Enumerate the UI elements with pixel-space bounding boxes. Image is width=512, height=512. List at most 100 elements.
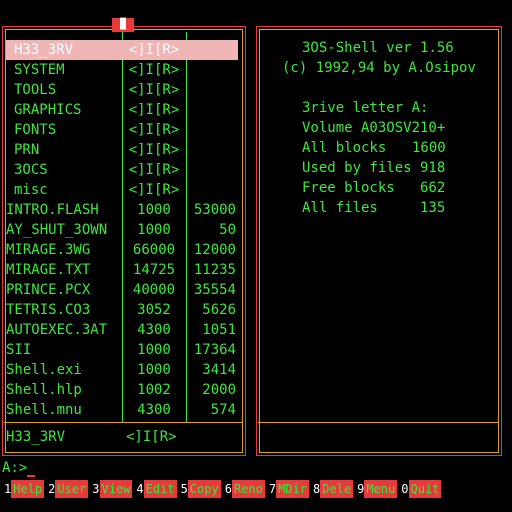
file-blocks: 35554 — [193, 282, 236, 298]
fkey-view-button[interactable]: 3 View — [92, 480, 133, 498]
directory-row[interactable]: FONTS <]I[R> — [6, 120, 238, 140]
directory-row[interactable]: misc <]I[R> — [6, 180, 238, 200]
status-type: <]I[R> — [126, 429, 177, 445]
file-name: SII — [6, 342, 32, 358]
fkey-help-button[interactable]: 1 Help — [4, 480, 45, 498]
file-blocks: 2000 — [202, 382, 236, 398]
left-status-line: H33_3RV <]I[R> — [6, 427, 238, 447]
directory-row[interactable]: 3OCS <]I[R> — [6, 160, 238, 180]
file-row[interactable]: TETRIS.CO3 3052 5626 — [6, 300, 238, 320]
shell-title: 3OS-Shell ver 1.56 — [302, 40, 454, 56]
fkey-label: Dele — [320, 480, 354, 498]
file-row[interactable]: PRINCE.PCX 40000 35554 — [6, 280, 238, 300]
text-cursor — [27, 475, 36, 477]
file-blocks: 11235 — [193, 262, 236, 278]
fkey-menu-button[interactable]: 9 Menu — [357, 480, 398, 498]
panel-separator — [258, 422, 498, 423]
file-size: 14725 — [132, 262, 176, 278]
file-blocks: 53000 — [193, 202, 236, 218]
file-name: PRN — [14, 142, 40, 158]
file-blocks: 1051 — [202, 322, 236, 338]
used-value: 918 — [420, 160, 446, 176]
function-key-bar: 1 Help 2 User 3 View 4 Edit 5 Copy 6 Reno 7 MDir 8 Dele… — [4, 480, 445, 498]
fkey-number: 5 — [180, 482, 188, 496]
file-name: GRAPHICS — [14, 102, 82, 118]
file-size: <]I[R> — [128, 102, 180, 118]
file-size: 4300 — [137, 322, 171, 338]
file-name: PRINCE.PCX — [6, 282, 91, 298]
fkey-dele-button[interactable]: 8 Dele — [312, 480, 354, 498]
file-row[interactable]: INTRO.FLASH 1000 53000 — [6, 200, 238, 220]
file-size: 1000 — [137, 362, 171, 378]
fkey-quit-button[interactable]: 0 Quit — [401, 480, 442, 498]
directory-row[interactable]: H33_3RV <]I[R> — [6, 40, 238, 60]
file-row[interactable]: AUTOEXEC.3AT 4300 1051 — [6, 320, 238, 340]
file-size: 40000 — [132, 282, 176, 298]
file-row[interactable]: AY_SHUT_3OWN 1000 50 — [6, 220, 238, 240]
fkey-copy-button[interactable]: 5 Copy — [181, 480, 221, 498]
file-size: <]I[R> — [128, 82, 180, 98]
fkey-label: MDir — [276, 480, 309, 498]
fkey-number: 2 — [48, 482, 56, 496]
file-blocks: 5626 — [202, 302, 236, 318]
fkey-number: 4 — [136, 482, 144, 496]
file-size: 1002 — [137, 382, 171, 398]
command-prompt[interactable]: A:> — [2, 459, 36, 477]
fkey-reno-button[interactable]: 6 Reno — [225, 480, 265, 498]
file-blocks: 3414 — [202, 362, 236, 378]
file-size: <]I[R> — [128, 162, 180, 178]
directory-row[interactable]: GRAPHICS <]I[R> — [6, 100, 238, 120]
file-row[interactable]: MIRAGE.TXT 14725 11235 — [6, 260, 238, 280]
fkey-label: Reno — [231, 480, 265, 498]
file-name: Shell.hlp — [6, 382, 82, 398]
volume-name: Volume A03OSV210+ — [302, 120, 446, 136]
file-name: MIRAGE.TXT — [6, 262, 91, 278]
files-value: 135 — [420, 200, 446, 216]
fkey-label: Edit — [143, 480, 177, 498]
directory-row[interactable]: PRN <]I[R> — [6, 140, 238, 160]
file-blocks: 17364 — [193, 342, 236, 358]
fkey-number: 8 — [312, 482, 321, 496]
file-name: MIRAGE.3WG — [6, 242, 91, 258]
fkey-number: 6 — [224, 482, 232, 496]
fkey-user-button[interactable]: 2 User — [48, 480, 89, 498]
file-name: AUTOEXEC.3AT — [6, 322, 108, 338]
file-row[interactable]: Shell.mnu 4300 574 — [6, 400, 238, 420]
file-blocks: 12000 — [193, 242, 236, 258]
fkey-label: Menu — [364, 480, 398, 498]
fkey-number: 3 — [92, 482, 100, 496]
file-name: TETRIS.CO3 — [6, 302, 91, 318]
file-size: 66000 — [132, 242, 176, 258]
directory-row[interactable]: TOOLS <]I[R> — [6, 80, 238, 100]
file-size: <]I[R> — [128, 42, 180, 58]
free-value: 662 — [420, 180, 446, 196]
fkey-label: Copy — [187, 480, 221, 498]
file-name: TOOLS — [14, 82, 57, 98]
fkey-number: 1 — [4, 482, 12, 496]
fkey-label: View — [99, 480, 133, 498]
file-name: AY_SHUT_3OWN — [6, 222, 108, 238]
fkey-label: Help — [11, 480, 45, 498]
file-name: H33_3RV — [14, 42, 74, 58]
free-label: Free blocks — [302, 180, 395, 196]
status-name: H33_3RV — [6, 429, 66, 445]
file-name: INTRO.FLASH — [6, 202, 99, 218]
file-row[interactable]: MIRAGE.3WG 66000 12000 — [6, 240, 238, 260]
file-size: 1000 — [137, 222, 171, 238]
all-blocks-label: All blocks — [302, 140, 387, 156]
file-row[interactable]: Shell.hlp 1002 2000 — [6, 380, 238, 400]
drive-letter: 3rive letter A: — [302, 100, 429, 116]
file-name: Shell.exi — [6, 362, 82, 378]
all-blocks-value: 1600 — [412, 140, 446, 156]
fkey-mdir-button[interactable]: 7 MDir — [269, 480, 309, 498]
fkey-number: 9 — [357, 482, 365, 496]
fkey-number: 0 — [401, 482, 409, 496]
directory-row[interactable]: SYSTEM <]I[R> — [6, 60, 238, 80]
file-name: Shell.mnu — [6, 402, 82, 418]
files-label: All files — [302, 200, 378, 216]
file-row[interactable]: Shell.exi 1000 3414 — [6, 360, 238, 380]
panel-separator — [4, 422, 242, 423]
fkey-edit-button[interactable]: 4 Edit — [136, 480, 177, 498]
file-name: SYSTEM — [14, 62, 65, 78]
file-row[interactable]: SII 1000 17364 — [6, 340, 238, 360]
